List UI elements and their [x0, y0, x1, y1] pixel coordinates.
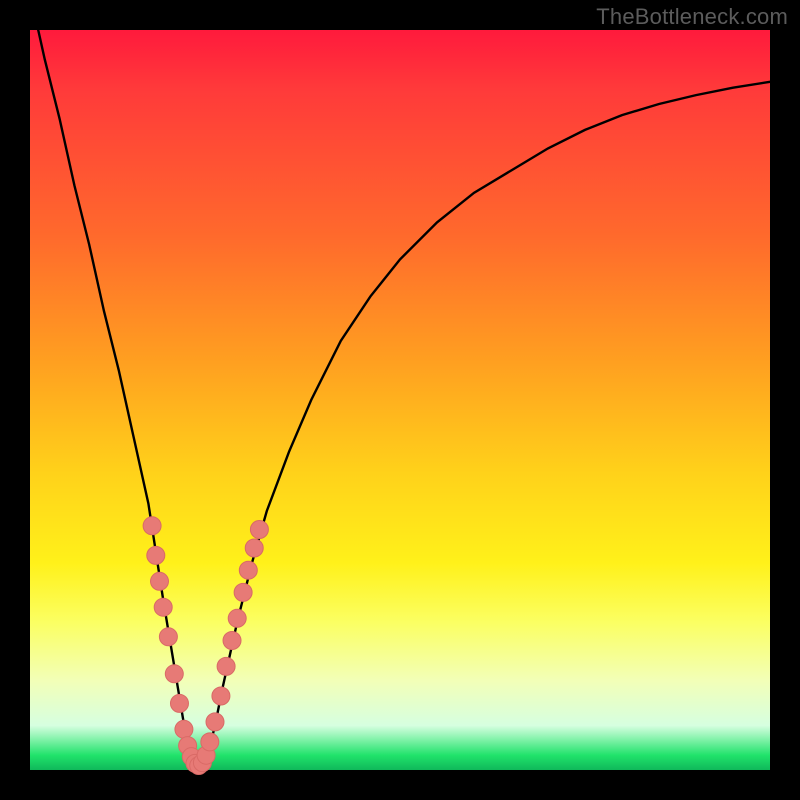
plot-area	[30, 30, 770, 770]
data-marker	[143, 517, 161, 535]
data-marker	[223, 632, 241, 650]
data-marker	[217, 657, 235, 675]
data-marker	[239, 561, 257, 579]
data-marker	[170, 694, 188, 712]
chart-frame: TheBottleneck.com	[0, 0, 800, 800]
data-marker	[250, 521, 268, 539]
data-marker	[159, 628, 177, 646]
data-marker	[245, 539, 263, 557]
data-marker	[151, 572, 169, 590]
data-marker	[228, 609, 246, 627]
data-marker	[206, 713, 224, 731]
data-marker	[201, 733, 219, 751]
watermark-text: TheBottleneck.com	[596, 4, 788, 30]
data-marker	[212, 687, 230, 705]
data-marker	[154, 598, 172, 616]
data-marker	[234, 583, 252, 601]
curve-svg	[30, 30, 770, 770]
data-markers	[143, 517, 268, 775]
data-marker	[165, 665, 183, 683]
bottleneck-curve	[30, 0, 770, 766]
data-marker	[147, 546, 165, 564]
data-marker	[175, 720, 193, 738]
